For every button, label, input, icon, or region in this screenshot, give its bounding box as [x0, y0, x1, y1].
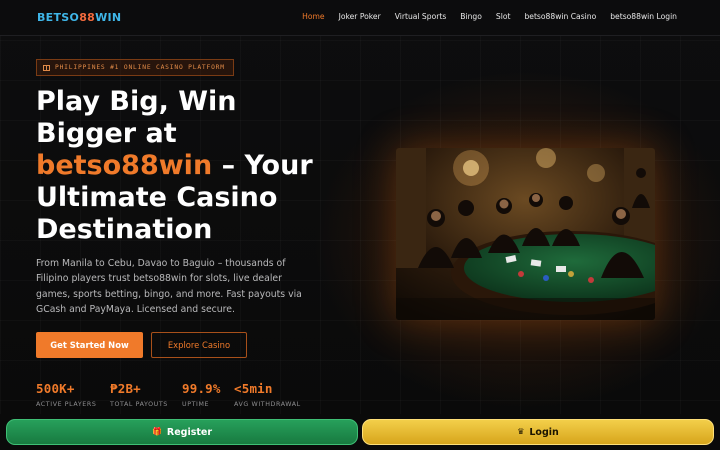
hero-description: From Manila to Cebu, Davao to Baguio – t… [36, 258, 302, 315]
hero-badge: PHILIPPINES #1 ONLINE CASINO PLATFORM [36, 59, 234, 76]
stat-label: UPTIME [182, 401, 210, 408]
crown-icon: ♛ [517, 427, 525, 436]
stat-avg-withdrawal: <5min AVG WITHDRAWAL [234, 381, 301, 408]
stat-value: ₱2B+ [110, 381, 141, 396]
login-button[interactable]: ♛ Login [362, 419, 714, 445]
stat-value: <5min [234, 381, 273, 396]
hero-title: Play Big, Win Bigger at betso88win – You… [36, 86, 366, 246]
login-label: Login [529, 426, 559, 438]
stat-uptime: 99.9% UPTIME [182, 381, 221, 408]
stat-label: TOTAL PAYOUTS [110, 401, 168, 408]
stat-active-players: 500K+ ACTIVE PLAYERS [36, 381, 96, 408]
nav-item-home[interactable]: Home [302, 12, 324, 21]
site-header: BETSO88WIN Home Joker Poker Virtual Spor… [0, 0, 720, 36]
main-nav: Home Joker Poker Virtual Sports Bingo Sl… [302, 12, 677, 21]
brand-logo[interactable]: BETSO88WIN [37, 11, 121, 24]
nav-item-joker-poker[interactable]: Joker Poker [339, 12, 381, 21]
nav-item-casino[interactable]: betso88win Casino [524, 12, 596, 21]
register-button[interactable]: 🎁 Register [6, 419, 358, 445]
hero-title-line1: Play Big, Win [36, 86, 237, 117]
nav-item-login[interactable]: betso88win Login [610, 12, 677, 21]
stat-total-payouts: ₱2B+ TOTAL PAYOUTS [110, 381, 168, 408]
nav-item-virtual-sports[interactable]: Virtual Sports [395, 12, 447, 21]
casino-table-image [396, 148, 655, 320]
hero-title-line2: Bigger at [36, 118, 177, 149]
get-started-button[interactable]: Get Started Now [36, 332, 143, 358]
hero-title-accent: betso88win [36, 150, 213, 181]
explore-casino-button[interactable]: Explore Casino [151, 332, 247, 358]
logo-text-part1: BETSO [37, 11, 80, 24]
stat-value: 500K+ [36, 381, 75, 396]
stat-label: ACTIVE PLAYERS [36, 401, 97, 408]
gift-icon: 🎁 [151, 427, 162, 436]
casino-scene-illustration [396, 148, 655, 320]
register-label: Register [166, 426, 213, 438]
building-icon [43, 64, 50, 71]
logo-text-part2: 88 [79, 11, 96, 24]
stat-label: AVG WITHDRAWAL [234, 401, 301, 408]
nav-item-slot[interactable]: Slot [496, 12, 511, 21]
nav-item-bingo[interactable]: Bingo [460, 12, 482, 21]
logo-text-part3: WIN [95, 11, 122, 24]
stat-value: 99.9% [182, 381, 221, 396]
hero-badge-text: PHILIPPINES #1 ONLINE CASINO PLATFORM [55, 64, 225, 71]
